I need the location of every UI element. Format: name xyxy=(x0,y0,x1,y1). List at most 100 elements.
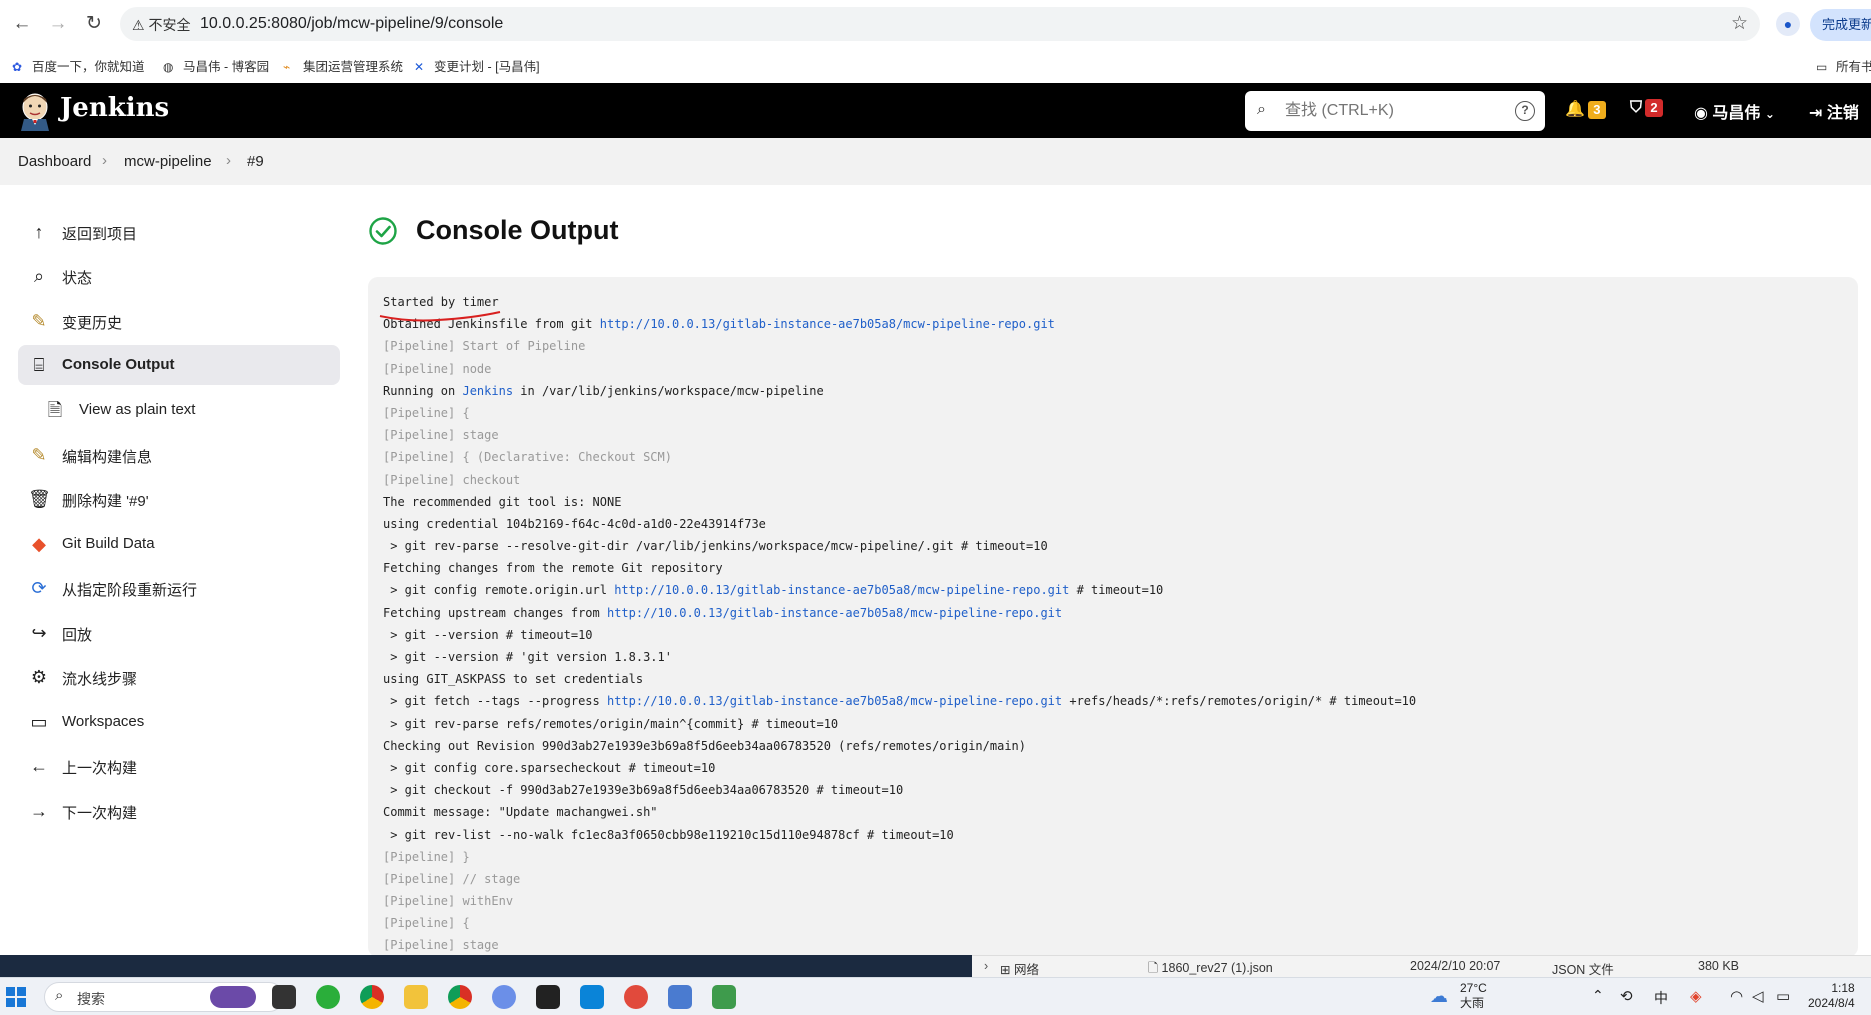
file-explorer-icon[interactable] xyxy=(404,985,428,1009)
sidebar-item-workspaces[interactable]: ▭ Workspaces xyxy=(18,702,340,742)
console-line: [Pipeline] } xyxy=(383,849,470,864)
terminal-app-icon[interactable] xyxy=(536,985,560,1009)
console-line: Running on Jenkins in /var/lib/jenkins/w… xyxy=(383,383,824,398)
red-underline-annotation xyxy=(379,311,501,322)
baidu-paw-icon: ✿ xyxy=(12,60,23,74)
console-link[interactable]: http://10.0.0.13/gitlab-instance-ae7b05a… xyxy=(607,606,1062,620)
sidebar-item-restart-from-stage[interactable]: ⟳ 从指定阶段重新运行 xyxy=(18,568,340,608)
file-size: 380 KB xyxy=(1698,959,1740,973)
chart-icon: ⌁ xyxy=(283,60,291,74)
address-bar[interactable]: ⚠ 不安全 10.0.0.25:8080/job/mcw-pipeline/9/… xyxy=(120,7,1760,41)
chevron-up-icon[interactable]: ⌃ xyxy=(1592,987,1604,1004)
app-green-icon[interactable] xyxy=(712,985,736,1009)
breadcrumb-job[interactable]: mcw-pipeline xyxy=(124,153,212,170)
console-link[interactable]: http://10.0.0.13/gitlab-instance-ae7b05a… xyxy=(600,317,1055,331)
console-line: > git rev-list --no-walk fc1ec8a3f0650cb… xyxy=(383,827,954,842)
volume-icon[interactable]: ◁ xyxy=(1752,987,1764,1005)
search-input[interactable] xyxy=(1285,99,1505,123)
all-bookmarks-folder[interactable]: ▭所有书签 xyxy=(1816,56,1871,75)
arrow-left-icon: ← xyxy=(30,756,48,776)
console-line: [Pipeline] // stage xyxy=(383,871,521,886)
sidebar-item-replay[interactable]: ↪ 回放 xyxy=(18,613,340,653)
sidebar-item-git-build-data[interactable]: ◆ Git Build Data xyxy=(18,524,340,564)
url-text[interactable]: 10.0.0.25:8080/job/mcw-pipeline/9/consol… xyxy=(200,15,503,33)
bookmark-star-icon[interactable]: ☆ xyxy=(1731,12,1748,35)
user-icon: ◉ xyxy=(1694,105,1708,122)
bookmark-item[interactable]: ✕ 变更计划 - [马昌伟] xyxy=(414,56,540,75)
app-title[interactable]: Jenkins xyxy=(60,93,169,123)
chrome-icon[interactable] xyxy=(360,985,384,1009)
sidebar-item-back-to-project[interactable]: ↑ 返回到项目 xyxy=(18,212,340,252)
search-icon: ⌕ xyxy=(55,987,64,1004)
file-date: 2024/2/10 20:07 xyxy=(1410,959,1501,973)
breadcrumb-build[interactable]: #9 xyxy=(247,153,264,170)
jira-icon: ✕ xyxy=(414,60,425,74)
wifi-icon[interactable]: ◠ xyxy=(1730,987,1743,1005)
console-line: [Pipeline] withEnv xyxy=(383,894,514,909)
sidebar-item-delete-build[interactable]: 🗑 删除构建 '#9' xyxy=(18,479,340,519)
trash-icon: 🗑 xyxy=(28,489,51,509)
security-badge: 2 xyxy=(1645,99,1664,117)
sidebar-item-next-build[interactable]: → 下一次构建 xyxy=(18,791,340,831)
sidebar-item-console-output[interactable]: ⌸ Console Output xyxy=(18,345,340,385)
breadcrumb-dashboard[interactable]: Dashboard xyxy=(18,153,91,170)
tree-chevron-icon[interactable]: › xyxy=(984,959,988,973)
ime-indicator[interactable]: 中 xyxy=(1654,988,1668,1008)
weather-cloud-icon: ☁ xyxy=(1430,986,1448,1006)
console-output-panel[interactable]: Started by timer Obtained Jenkinsfile fro… xyxy=(368,277,1858,957)
clock[interactable]: 1:18 2024/8/4 xyxy=(1808,981,1855,1011)
vm-app-icon[interactable] xyxy=(580,985,604,1009)
task-view-icon[interactable] xyxy=(272,985,296,1009)
notepad-icon: ✎ xyxy=(31,445,47,465)
sidebar-item-changes[interactable]: ✎ 变更历史 xyxy=(18,301,340,341)
console-link[interactable]: http://10.0.0.13/gitlab-instance-ae7b05a… xyxy=(614,583,1069,597)
app-flower-icon[interactable] xyxy=(492,985,516,1009)
sidebar-item-plain-text[interactable]: 🗎 View as plain text xyxy=(18,390,340,430)
success-check-icon xyxy=(369,217,397,245)
insecure-indicator[interactable]: ⚠ 不安全 xyxy=(132,15,190,35)
user-menu[interactable]: ◉ 马昌伟 ⌄ xyxy=(1694,99,1775,123)
notepad-icon: ✎ xyxy=(31,311,47,331)
jenkins-header: Jenkins ⌕ ? 🔔3 ⛉2 ◉ 马昌伟 ⌄ ⇥ 注销 xyxy=(0,83,1871,138)
profile-avatar-icon[interactable]: ● xyxy=(1776,12,1800,36)
bookmark-item[interactable]: ✿ 百度一下，你就知道 xyxy=(12,56,145,75)
app-tray-icon[interactable]: ◈ xyxy=(1690,987,1702,1005)
console-link[interactable]: Jenkins xyxy=(462,384,513,398)
sidebar-item-pipeline-steps[interactable]: ⚙ 流水线步骤 xyxy=(18,657,340,697)
taskbar-search[interactable]: ⌕ 搜索 xyxy=(44,982,284,1012)
console-line: > git --version # 'git version 1.8.3.1' xyxy=(383,650,672,664)
notifications-button[interactable]: 🔔 3 xyxy=(1565,99,1606,119)
console-line: [Pipeline] { xyxy=(383,916,470,931)
app-red-icon[interactable] xyxy=(624,985,648,1009)
terminal-icon: ⌸ xyxy=(33,355,45,375)
sidebar-item-previous-build[interactable]: ← 上一次构建 xyxy=(18,746,340,786)
battery-icon[interactable]: ▭ xyxy=(1776,987,1790,1005)
reload-icon[interactable]: ↻ xyxy=(82,12,106,36)
sync-icon[interactable]: ⟲ xyxy=(1620,987,1633,1005)
search-box[interactable]: ⌕ ? xyxy=(1245,91,1545,131)
arrow-right-icon: → xyxy=(30,801,48,821)
chrome-alt-icon[interactable] xyxy=(448,985,472,1009)
bookmark-item[interactable]: ◍ 马昌伟 - 博客园 xyxy=(163,56,269,75)
arrow-up-icon: ↑ xyxy=(34,222,44,242)
back-arrow-icon[interactable]: ← xyxy=(10,12,34,36)
help-icon[interactable]: ? xyxy=(1515,101,1535,121)
sidebar-item-edit-build-info[interactable]: ✎ 编辑构建信息 xyxy=(18,435,340,475)
app-chart-icon[interactable] xyxy=(668,985,692,1009)
sidebar-item-status[interactable]: ⌕ 状态 xyxy=(18,256,340,296)
forward-arrow-icon[interactable]: → xyxy=(46,12,70,36)
jenkins-butler-logo-icon[interactable] xyxy=(18,91,52,131)
replay-icon: ↪ xyxy=(31,623,47,643)
shield-icon: ⛉ xyxy=(1630,99,1643,116)
security-button[interactable]: ⛉ 2 xyxy=(1630,99,1664,117)
console-line: [Pipeline] stage xyxy=(383,428,499,443)
logout-button[interactable]: ⇥ 注销 xyxy=(1809,99,1859,123)
wechat-icon[interactable] xyxy=(316,985,340,1009)
windows-start-icon[interactable] xyxy=(6,987,26,1007)
update-browser-button[interactable]: 完成更新 xyxy=(1810,9,1871,41)
bookmark-item[interactable]: ⌁ 集团运营管理系统 xyxy=(283,56,403,75)
weather-widget[interactable]: 27°C 大雨 xyxy=(1460,981,1487,1011)
cnblogs-icon: ◍ xyxy=(163,60,174,74)
console-link[interactable]: http://10.0.0.13/gitlab-instance-ae7b05a… xyxy=(607,694,1062,708)
network-tree-item[interactable]: ⊞ 网络 xyxy=(1000,959,1039,978)
